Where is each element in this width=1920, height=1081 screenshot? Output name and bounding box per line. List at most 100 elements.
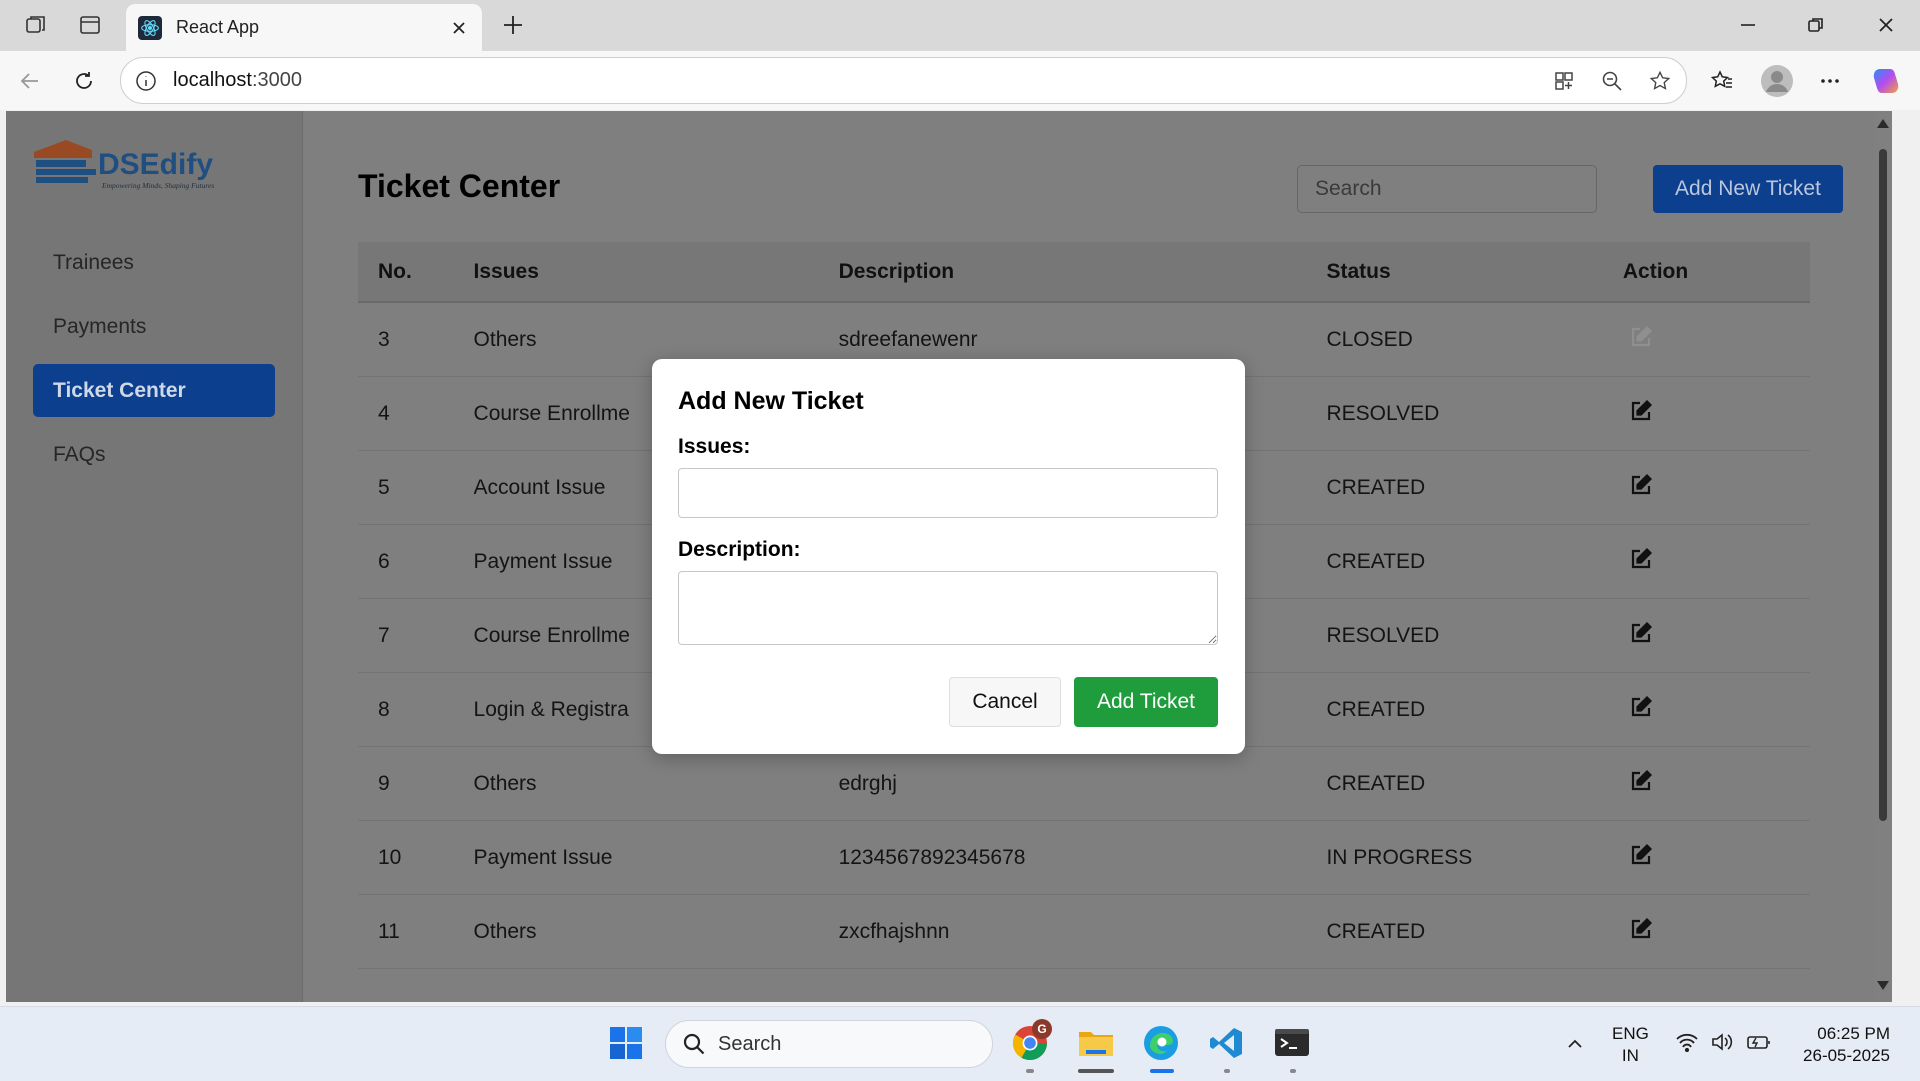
add-ticket-button[interactable]: Add Ticket (1074, 677, 1218, 727)
cell-action (1622, 598, 1810, 673)
cell-no: 8 (358, 672, 474, 747)
edge-running-indicator (1150, 1069, 1174, 1073)
add-ticket-modal: Add New Ticket Issues: Description: Canc… (652, 359, 1245, 754)
system-clock[interactable]: 06:25 PM 26-05-2025 (1790, 1023, 1890, 1067)
tab-actions-icon[interactable] (74, 10, 106, 40)
cell-status: RESOLVED (1326, 376, 1623, 451)
vscode-running-indicator (1224, 1069, 1230, 1073)
copilot-icon[interactable] (1866, 61, 1906, 101)
browser-tab-bar: React App (0, 0, 1920, 51)
add-new-ticket-button[interactable]: Add New Ticket (1653, 165, 1843, 213)
edit-icon[interactable] (1629, 325, 1655, 351)
sidebar-item-payments[interactable]: Payments (33, 300, 275, 353)
windows-taskbar: Search G ENG IN 06:25 PM 26-05-2025 (0, 1006, 1920, 1081)
edit-icon[interactable] (1629, 843, 1655, 869)
windows-start-icon[interactable] (604, 1021, 648, 1065)
volume-icon[interactable] (1707, 1027, 1737, 1057)
search-input[interactable] (1297, 165, 1597, 213)
workspaces-icon[interactable] (20, 10, 52, 40)
cell-no: 9 (358, 746, 474, 821)
sidebar-item-ticket-center[interactable]: Ticket Center (33, 364, 275, 417)
sidebar: DSEdify Empowering Minds, Shaping Future… (6, 111, 303, 1002)
scroll-up-icon[interactable] (1877, 119, 1889, 128)
cell-issue: Others (473, 894, 839, 969)
description-label: Description: (678, 538, 801, 561)
table-row: 11 Others zxcfhajshnn CREATED (358, 894, 1810, 969)
column-header-no: No. (358, 242, 474, 303)
wifi-icon[interactable] (1672, 1027, 1702, 1057)
app-available-icon[interactable] (1549, 66, 1579, 96)
cell-description: zxcfhajshnn (838, 894, 1327, 969)
cell-action (1622, 450, 1810, 525)
edit-icon[interactable] (1629, 399, 1655, 425)
taskbar-search-box[interactable]: Search (665, 1020, 993, 1068)
file-explorer-running-indicator (1078, 1069, 1114, 1073)
chrome-running-indicator (1026, 1069, 1034, 1073)
edit-icon[interactable] (1629, 547, 1655, 573)
reload-icon[interactable] (66, 63, 102, 99)
sidebar-item-faqs[interactable]: FAQs (33, 428, 275, 481)
browser-address-bar: localhost:3000 (0, 51, 1920, 110)
back-arrow-icon[interactable] (12, 63, 48, 99)
clock-date: 26-05-2025 (1803, 1046, 1890, 1065)
cell-status: CREATED (1326, 524, 1623, 599)
favorites-icon[interactable] (1704, 63, 1740, 99)
cell-action (1622, 820, 1810, 895)
new-tab-icon[interactable] (497, 10, 529, 40)
minimize-icon[interactable] (1730, 10, 1766, 40)
tab-title: React App (176, 17, 260, 37)
show-hidden-icons-chevron-icon[interactable] (1560, 1029, 1590, 1059)
battery-icon[interactable] (1744, 1027, 1774, 1057)
cell-no: 11 (358, 894, 474, 969)
dsedify-logo: DSEdify Empowering Minds, Shaping Future… (32, 136, 242, 196)
cancel-button[interactable]: Cancel (949, 677, 1061, 727)
logo-tagline: Empowering Minds, Shaping Futures (101, 181, 214, 190)
url-field[interactable]: localhost:3000 (120, 57, 1687, 104)
more-options-icon[interactable] (1812, 63, 1848, 99)
file-explorer-icon[interactable] (1074, 1021, 1118, 1065)
edit-icon[interactable] (1629, 695, 1655, 721)
close-window-icon[interactable] (1868, 10, 1904, 40)
edit-icon[interactable] (1629, 917, 1655, 943)
description-textarea[interactable] (678, 571, 1218, 645)
edit-icon[interactable] (1629, 473, 1655, 499)
restore-icon[interactable] (1798, 10, 1834, 40)
edit-icon[interactable] (1629, 769, 1655, 795)
terminal-app-icon[interactable] (1270, 1021, 1314, 1065)
sidebar-item-trainees[interactable]: Trainees (33, 236, 275, 289)
chrome-profile-badge-text: G (1037, 1022, 1047, 1036)
browser-tab-active[interactable]: React App (126, 4, 482, 51)
close-tab-icon[interactable] (444, 13, 474, 43)
cell-no: 5 (358, 450, 474, 525)
page-scrollbar[interactable] (1874, 111, 1892, 1002)
column-header-issues: Issues (473, 242, 839, 303)
scroll-down-icon[interactable] (1877, 981, 1889, 990)
column-header-status: Status (1326, 242, 1623, 303)
cell-no: 3 (358, 302, 474, 377)
cell-no: 7 (358, 598, 474, 673)
clock-time: 06:25 PM (1817, 1024, 1890, 1043)
favorite-star-icon[interactable] (1645, 66, 1675, 96)
profile-avatar-icon[interactable] (1758, 62, 1796, 100)
scroll-thumb[interactable] (1879, 149, 1887, 821)
cell-status: CREATED (1326, 450, 1623, 525)
cell-action (1622, 302, 1810, 377)
zoom-out-icon[interactable] (1597, 66, 1627, 96)
sidebar-item-label: Ticket Center (53, 378, 186, 402)
issues-label: Issues: (678, 435, 751, 458)
language-indicator[interactable]: ENG IN (1612, 1023, 1649, 1067)
cell-issue: Payment Issue (473, 820, 839, 895)
edit-icon[interactable] (1629, 621, 1655, 647)
vscode-app-icon[interactable] (1204, 1021, 1248, 1065)
cell-status: CREATED (1326, 746, 1623, 821)
edge-app-icon[interactable] (1139, 1021, 1183, 1065)
react-favicon-icon (138, 15, 162, 40)
region-code: IN (1621, 1046, 1639, 1065)
site-info-icon[interactable] (131, 66, 161, 96)
chrome-profile-badge: G (1032, 1019, 1052, 1039)
modal-title: Add New Ticket (678, 387, 864, 415)
cell-no: 6 (358, 524, 474, 599)
cell-action (1622, 672, 1810, 747)
issues-input[interactable] (678, 468, 1218, 518)
table-row: 9 Others edrghj CREATED (358, 746, 1810, 821)
